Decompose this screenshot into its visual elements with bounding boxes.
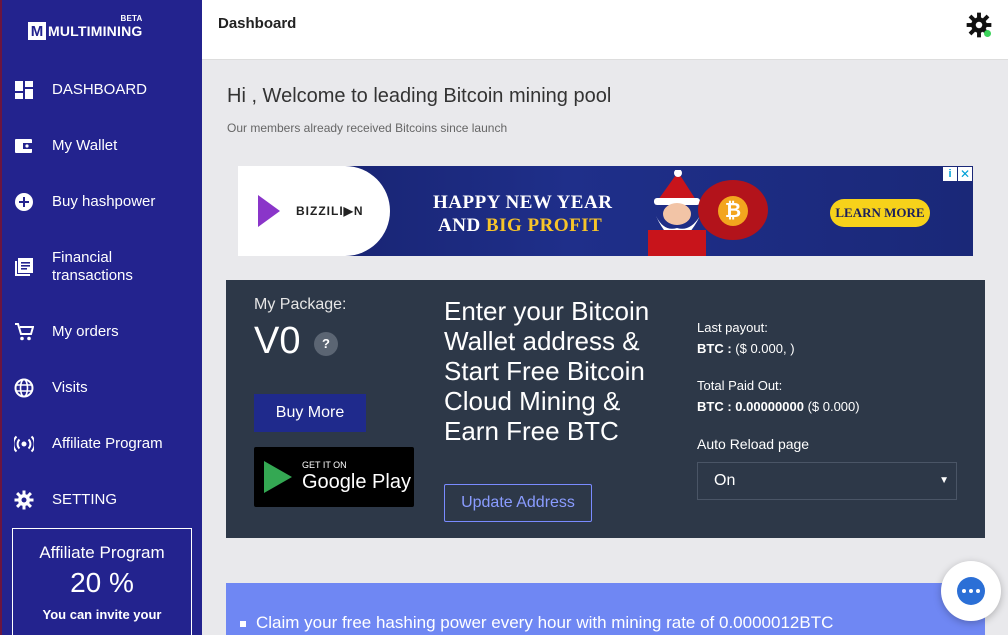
ad-headline-1: HAPPY NEW YEAR xyxy=(433,192,613,213)
ad-learn-more-button[interactable]: LEARN MORE xyxy=(830,199,930,227)
globe-icon xyxy=(14,378,34,398)
affiliate-promo-title: Affiliate Program xyxy=(39,543,165,562)
affiliate-promo-desc: You can invite your xyxy=(42,607,162,622)
online-status-dot xyxy=(984,30,991,37)
sidebar-item-label: Affiliate Program xyxy=(52,435,163,452)
ad-brand-panel: BIZZILI▶N xyxy=(238,166,390,256)
help-icon[interactable]: ? xyxy=(314,332,338,356)
ad-close-icon[interactable]: ✕ xyxy=(958,167,972,181)
affiliate-promo-percent: 20 % xyxy=(70,567,134,598)
package-label: My Package: xyxy=(254,296,347,313)
page-title: Dashboard xyxy=(218,15,297,32)
sidebar-item-setting[interactable]: SETTING xyxy=(0,472,202,528)
welcome-heading: Hi , Welcome to leading Bitcoin mining p… xyxy=(227,85,612,107)
auto-reload-label: Auto Reload page xyxy=(697,436,810,452)
ad-brand-name: BIZZILI▶N xyxy=(296,204,364,218)
buy-more-button[interactable]: Buy More xyxy=(254,394,366,432)
logo[interactable]: M MULTIMINING BETA xyxy=(0,0,202,62)
wallet-headline: Enter your Bitcoin Wallet address & Star… xyxy=(444,296,650,446)
total-paid-value: BTC : 0.00000000 ($ 0.000) xyxy=(697,399,860,414)
wallet-icon xyxy=(14,136,34,156)
sidebar-item-my-orders[interactable]: My orders xyxy=(0,304,202,360)
plus-circle-icon xyxy=(14,192,34,212)
update-address-button[interactable]: Update Address xyxy=(444,484,592,522)
sidebar-item-label: My Wallet xyxy=(52,137,118,154)
logo-mark-icon: M xyxy=(28,22,46,40)
total-paid-label: Total Paid Out: xyxy=(697,378,783,393)
sidebar: M MULTIMINING BETA DASHBOARD My Wallet B… xyxy=(0,0,202,635)
claim-banner: Claim your free hashing power every hour… xyxy=(226,583,985,635)
welcome-subtitle: Our members already received Bitcoins si… xyxy=(227,121,508,135)
sidebar-item-label: Visits xyxy=(52,379,88,396)
google-play-small-text: GET IT ON xyxy=(302,460,347,470)
affiliate-promo-box[interactable]: Affiliate Program 20 % You can invite yo… xyxy=(12,528,192,635)
package-panel: My Package: V0 ? Buy More GET IT ON Goog… xyxy=(226,280,985,538)
claim-text: Claim your free hashing power every hour… xyxy=(256,613,834,632)
sidebar-edge xyxy=(0,0,2,635)
sidebar-item-financial-transactions[interactable]: Financial transactions xyxy=(0,230,202,304)
logo-text: MULTIMINING BETA xyxy=(48,14,143,39)
sidebar-item-wallet[interactable]: My Wallet xyxy=(0,118,202,174)
auto-reload-value: On xyxy=(714,472,736,489)
bullet-icon xyxy=(240,620,246,627)
bitcoin-icon: ₿ xyxy=(718,196,748,226)
ad-brand-play-icon xyxy=(258,195,280,227)
sidebar-item-label: My orders xyxy=(52,323,119,340)
sidebar-item-affiliate-program[interactable]: Affiliate Program xyxy=(0,416,202,472)
chat-bubble-icon xyxy=(957,577,985,605)
sidebar-item-label: DASHBOARD xyxy=(52,81,148,98)
dropdown-arrow-icon: ▼ xyxy=(939,475,949,486)
gear-icon xyxy=(14,490,34,510)
sidebar-item-visits[interactable]: Visits xyxy=(0,360,202,416)
ad-info-icon[interactable]: i xyxy=(943,167,957,181)
auto-reload-select[interactable]: On ▼ xyxy=(697,462,957,500)
claim-text-row: Claim your free hashing power every hour… xyxy=(240,613,833,633)
ad-headline-2: AND BIG PROFIT xyxy=(438,215,603,236)
sidebar-nav: DASHBOARD My Wallet Buy hashpower Financ… xyxy=(0,62,202,528)
sidebar-item-dashboard[interactable]: DASHBOARD xyxy=(0,62,202,118)
package-value: V0 xyxy=(254,320,301,362)
sidebar-item-label: SETTING xyxy=(52,491,118,508)
last-payout-label: Last payout: xyxy=(697,320,768,335)
ad-banner[interactable]: BIZZILI▶N HAPPY NEW YEAR AND BIG PROFIT … xyxy=(238,166,973,256)
sidebar-item-label: Buy hashpower xyxy=(52,193,156,210)
dashboard-icon xyxy=(14,80,34,100)
beta-badge: BETA xyxy=(120,14,143,23)
chat-widget-button[interactable] xyxy=(941,561,1001,621)
cart-icon xyxy=(14,322,34,342)
sidebar-item-buy-hashpower[interactable]: Buy hashpower xyxy=(0,174,202,230)
broadcast-icon xyxy=(14,434,34,454)
sidebar-item-label: Financial transactions xyxy=(52,249,133,284)
top-bar: Dashboard xyxy=(202,0,1008,60)
google-play-badge[interactable]: GET IT ON Google Play xyxy=(254,447,414,507)
google-play-icon xyxy=(264,461,292,493)
list-icon xyxy=(14,257,34,277)
google-play-big-text: Google Play xyxy=(302,471,411,493)
last-payout-value: BTC : ($ 0.000, ) xyxy=(697,341,795,356)
